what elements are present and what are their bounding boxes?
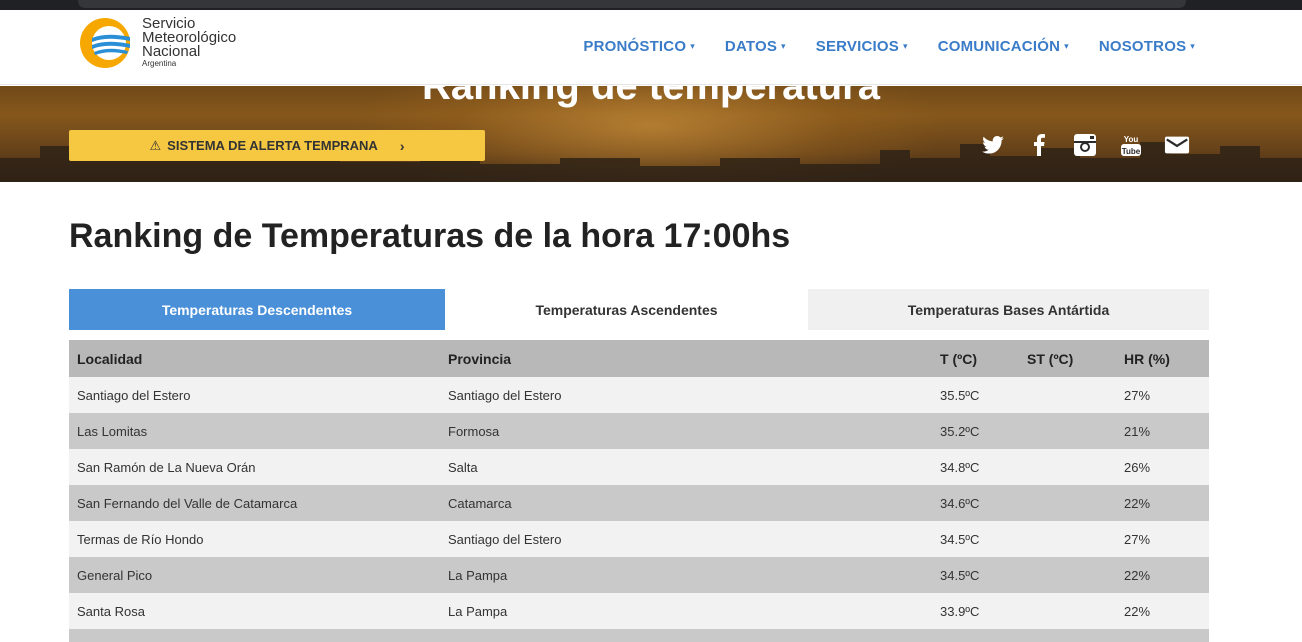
cell-temperatura: 34.5ºC [940, 531, 980, 547]
address-bar[interactable] [78, 0, 1186, 8]
cell-humedad: 26% [1124, 459, 1151, 475]
header-sensacion-termica[interactable]: ST (ºC) [1027, 351, 1073, 367]
chevron-down-icon: ▾ [1190, 41, 1195, 51]
table-row: Santiago del Estero Santiago del Estero … [69, 377, 1209, 413]
cell-temperatura: 35.5ºC [940, 387, 980, 403]
header-temperatura[interactable]: T (ºC) [940, 351, 977, 367]
chevron-down-icon: ▾ [1064, 41, 1069, 51]
nav-pronostico-label: PRONÓSTICO [583, 38, 687, 55]
table-row: General Pico La Pampa 34.5ºC 22% [69, 557, 1209, 593]
svg-text:Tube: Tube [1122, 147, 1141, 156]
main-nav: PRONÓSTICO ▾ DATOS ▾ SERVICIOS ▾ COMUNICACI… [583, 38, 1195, 55]
cell-provincia: Santiago del Estero [448, 387, 562, 403]
cell-provincia: Catamarca [448, 495, 512, 511]
nav-nosotros[interactable]: NOSOTROS ▾ [1099, 38, 1195, 55]
cell-localidad: San Fernando del Valle de Catamarca [77, 495, 298, 511]
social-links: You Tube [980, 132, 1190, 158]
early-warning-label: SISTEMA DE ALERTA TEMPRANA [167, 138, 378, 153]
warning-icon: ⚠ [149, 137, 162, 153]
table-row: San Fernando del Valle de Catamarca Cata… [69, 485, 1209, 521]
table-header: Localidad Provincia T (ºC) ST (ºC) HR (%… [69, 340, 1209, 377]
hero-banner: Ranking de temperatura ⚠ SISTEMA DE ALER… [0, 86, 1302, 182]
cell-temperatura: 34.5ºC [940, 567, 980, 583]
twitter-icon[interactable] [980, 132, 1006, 158]
smn-logo[interactable]: Servicio Meteorológico Nacional Argentin… [78, 16, 236, 70]
cell-temperatura: 35.2ºC [940, 423, 980, 439]
early-warning-button[interactable]: ⚠ SISTEMA DE ALERTA TEMPRANA › [69, 130, 485, 161]
cell-humedad: 21% [1124, 423, 1151, 439]
banner-title: Ranking de temperatura [422, 86, 880, 108]
browser-toolbar [0, 0, 1302, 10]
instagram-icon[interactable] [1072, 132, 1098, 158]
cell-provincia: Santiago del Estero [448, 531, 562, 547]
cell-localidad: San Ramón de La Nueva Orán [77, 459, 256, 475]
logo-line-3: Nacional [142, 43, 201, 60]
chevron-down-icon: ▾ [690, 41, 695, 51]
table-row: Las Lomitas Formosa 35.2ºC 21% [69, 413, 1209, 449]
table-row: San Ramón de La Nueva Orán Salta 34.8ºC … [69, 449, 1209, 485]
nav-datos-label: DATOS [724, 38, 778, 55]
cell-provincia: La Pampa [448, 567, 508, 583]
nav-datos[interactable]: DATOS ▾ [725, 38, 786, 55]
cell-localidad: General Pico [77, 567, 153, 583]
tab-ascendentes[interactable]: Temperaturas Ascendentes [445, 289, 808, 330]
svg-text:You: You [1124, 135, 1139, 144]
nav-servicios[interactable]: SERVICIOS ▾ [816, 38, 908, 55]
cell-humedad: 27% [1124, 531, 1151, 547]
cell-provincia: Salta [448, 459, 478, 475]
cell-temperatura: 33.9ºC [940, 603, 980, 619]
smn-logo-icon [80, 18, 130, 68]
cell-humedad: 22% [1124, 603, 1151, 619]
header-localidad[interactable]: Localidad [77, 351, 142, 367]
chevron-down-icon: ▾ [902, 41, 908, 51]
mail-icon[interactable] [1164, 132, 1190, 158]
cell-provincia: Formosa [448, 423, 500, 439]
nav-pronostico[interactable]: PRONÓSTICO ▾ [583, 38, 695, 55]
nav-comunicacion[interactable]: COMUNICACIÓN ▾ [938, 38, 1069, 55]
tab-bases-antartida[interactable]: Temperaturas Bases Antártida [808, 289, 1209, 330]
header-provincia[interactable]: Provincia [448, 351, 511, 367]
logo-line-4: Argentina [142, 59, 177, 68]
table-row: Termas de Río Hondo Santiago del Estero … [69, 521, 1209, 557]
facebook-icon[interactable] [1026, 132, 1052, 158]
table-row: Santa Rosa La Pampa 33.9ºC 22% [69, 593, 1209, 629]
site-navbar: Servicio Meteorológico Nacional Argentin… [0, 10, 1302, 85]
cell-localidad: Termas de Río Hondo [77, 531, 204, 547]
chevron-right-icon: › [399, 137, 405, 154]
chevron-down-icon: ▾ [781, 41, 786, 51]
nav-servicios-label: SERVICIOS [815, 38, 899, 55]
cell-localidad: Santiago del Estero [77, 387, 191, 403]
cell-humedad: 22% [1124, 495, 1151, 511]
cell-humedad: 22% [1124, 567, 1151, 583]
tab-descendentes[interactable]: Temperaturas Descendentes [69, 289, 445, 330]
cell-provincia: La Pampa [448, 603, 508, 619]
header-humedad[interactable]: HR (%) [1124, 351, 1170, 367]
ranking-tabs: Temperaturas Descendentes Temperaturas A… [69, 289, 1209, 330]
cell-humedad: 27% [1124, 387, 1151, 403]
cell-localidad: Las Lomitas [77, 423, 148, 439]
page-title: Ranking de Temperaturas de la hora 17:00… [69, 217, 791, 255]
nav-comunicacion-label: COMUNICACIÓN [937, 38, 1061, 55]
cell-localidad: Santa Rosa [77, 603, 145, 619]
cell-temperatura: 34.6ºC [940, 495, 980, 511]
ranking-table: Localidad Provincia T (ºC) ST (ºC) HR (%… [69, 340, 1209, 642]
youtube-icon[interactable]: You Tube [1118, 132, 1144, 158]
cell-temperatura: 34.8ºC [940, 459, 980, 475]
nav-nosotros-label: NOSOTROS [1098, 38, 1187, 55]
table-row [69, 629, 1209, 642]
